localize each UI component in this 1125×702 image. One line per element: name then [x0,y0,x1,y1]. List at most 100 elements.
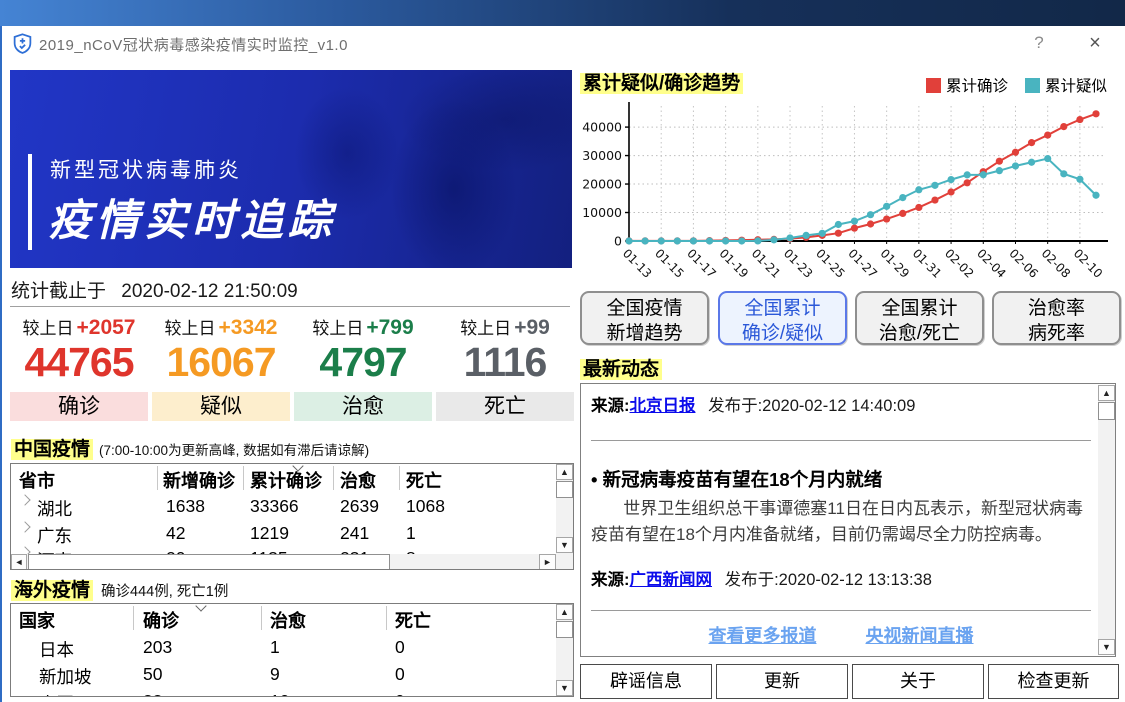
overseas-row-japan[interactable]: 日本 203 1 0 [11,634,551,661]
china-hscrollbar[interactable]: ◄ ► [11,554,556,570]
col-cured[interactable]: 治愈 [340,467,376,493]
tab-national-new-trend[interactable]: 全国疫情新增趋势 [580,291,709,345]
app-window: 2019_nCoV冠状病毒感染疫情实时监控_v1.0 ? × 新型冠状病毒肺炎 … [0,26,1123,702]
china-vscrollbar[interactable]: ▲ ▼ [556,464,573,554]
stat-value: 1116 [436,338,574,386]
legend-confirmed: 累计确诊 [926,74,1008,96]
scroll-up-arrow[interactable]: ▲ [1098,385,1115,401]
col-new-confirmed[interactable]: 新增确诊 [163,467,235,493]
row-expand-icon[interactable] [19,521,30,532]
china-section-note: (7:00-10:00为更新高峰, 数据如有滞后请谅解) [99,443,369,458]
scroll-up-arrow[interactable]: ▲ [556,464,573,480]
svg-text:01-25: 01-25 [813,246,848,281]
svg-text:02-10: 02-10 [1071,246,1106,281]
china-section-header: 中国疫情 (7:00-10:00为更新高峰, 数据如有滞后请谅解) [11,434,369,461]
trend-chart-svg: 01000020000300004000001-1301-1501-1701-1… [577,96,1125,296]
delta-label: 较上日 [312,319,363,338]
tab-cumulative-confirmed-suspected[interactable]: 全国累计确诊/疑似 [718,291,847,345]
close-button[interactable]: × [1080,30,1110,56]
news-body: 世界卫生组织总干事谭德塞11日在日内瓦表示，新型冠状病毒疫苗有望在18个月内准备… [591,496,1087,548]
delta-value: +2057 [77,316,136,339]
col-country[interactable]: 国家 [19,607,55,633]
scroll-thumb[interactable] [1098,402,1115,420]
col-total-confirmed[interactable]: 累计确诊 [250,467,322,493]
chart-title: 累计疑似/确诊趋势 [580,68,743,95]
divider [10,306,570,307]
col-confirmed[interactable]: 确诊 [143,607,179,633]
svg-text:01-19: 01-19 [716,246,751,281]
stats-cutoff-line: 统计截止于 2020-02-12 21:50:09 [11,276,298,303]
svg-text:40000: 40000 [582,120,622,135]
overseas-row-thailand[interactable]: 泰国 33 10 0 [11,688,551,697]
scroll-thumb[interactable] [556,481,573,498]
screen: 2019_nCoV冠状病毒感染疫情实时监控_v1.0 ? × 新型冠状病毒肺炎 … [0,0,1125,702]
scroll-down-arrow[interactable]: ▼ [1098,639,1115,655]
col-province[interactable]: 省市 [19,467,55,493]
china-row-guangdong[interactable]: 广东 42 1219 241 1 [11,520,551,547]
overseas-section-title: 海外疫情 [11,580,93,601]
stat-label: 死亡 [436,392,574,421]
scroll-right-arrow[interactable]: ► [539,554,556,570]
scroll-down-arrow[interactable]: ▼ [556,680,573,696]
tab-cumulative-cured-dead[interactable]: 全国累计治愈/死亡 [855,291,984,345]
svg-text:01-29: 01-29 [878,246,913,281]
more-reports-link[interactable]: 查看更多报道 [708,626,816,646]
svg-text:10000: 10000 [582,205,622,220]
news-box: 来源:北京日报 发布于:2020-02-12 14:40:09 • 新冠病毒疫苗… [580,383,1116,657]
divider [591,610,1091,611]
sort-indicator-icon [195,603,206,612]
banner-title: 疫情实时追踪 [48,186,336,248]
stat-value: 44765 [10,338,148,386]
overseas-vscrollbar[interactable]: ▲ ▼ [556,604,573,696]
scrollbar-corner [556,554,574,570]
scroll-down-arrow[interactable]: ▼ [556,537,573,553]
news-vscrollbar[interactable]: ▲ ▼ [1098,385,1115,655]
row-expand-icon[interactable] [19,494,30,505]
trend-chart: 01000020000300004000001-1301-1501-1701-1… [577,96,1125,296]
news-source-link[interactable]: 北京日报 [630,397,696,415]
svg-text:02-08: 02-08 [1039,246,1074,281]
news-published: 发布于:2020-02-12 13:13:38 [725,571,932,589]
divider [591,440,1091,441]
col-cured[interactable]: 治愈 [270,607,306,633]
china-row-hubei[interactable]: 湖北 1638 33366 2639 1068 [11,493,551,520]
stats-cutoff-label: 统计截止于 [11,281,106,302]
overseas-section-header: 海外疫情确诊444例, 死亡1例 [11,575,228,602]
col-dead[interactable]: 死亡 [406,467,442,493]
title-bar[interactable]: 2019_nCoV冠状病毒感染疫情实时监控_v1.0 ? × [2,26,1123,62]
svg-text:01-15: 01-15 [652,246,687,281]
scroll-up-arrow[interactable]: ▲ [556,604,573,620]
news-headline[interactable]: • 新冠病毒疫苗有望在18个月内就绪 [591,466,882,492]
china-section-title: 中国疫情 [11,439,93,460]
svg-text:01-13: 01-13 [620,246,655,281]
overseas-table-header: 国家 确诊 治愈 死亡 [11,604,573,633]
scroll-thumb[interactable] [28,554,390,570]
svg-text:0: 0 [614,234,622,249]
news-source-line-1: 来源:北京日报 发布于:2020-02-12 14:40:09 [591,392,915,416]
news-source-line-2: 来源:广西新闻网 发布于:2020-02-12 13:13:38 [591,566,932,590]
svg-text:20000: 20000 [582,177,622,192]
scroll-thumb[interactable] [556,621,573,638]
col-dead[interactable]: 死亡 [395,607,431,633]
svg-text:01-31: 01-31 [910,246,945,281]
china-table: 省市 新增确诊 累计确诊 治愈 死亡 湖北 1638 33366 2639 10… [10,463,574,570]
stat-value: 16067 [152,338,290,386]
stat-card-dead: 较上日+99 1116 死亡 [436,314,574,421]
rumor-info-button[interactable]: 辟谣信息 [580,664,712,699]
overseas-row-singapore[interactable]: 新加坡 50 9 0 [11,661,551,688]
delta-label: 较上日 [460,319,511,338]
scroll-left-arrow[interactable]: ◄ [11,554,27,570]
svg-text:02-04: 02-04 [974,246,1009,281]
check-update-button[interactable]: 检查更新 [988,664,1119,699]
svg-text:01-21: 01-21 [749,246,784,281]
tab-cure-fatality-rate[interactable]: 治愈率病死率 [992,291,1121,345]
stats-cutoff-datetime: 2020-02-12 21:50:09 [121,281,297,302]
news-source-link[interactable]: 广西新闻网 [630,571,713,589]
about-button[interactable]: 关于 [852,664,984,699]
refresh-button[interactable]: 更新 [716,664,848,699]
help-button[interactable]: ? [1024,30,1054,56]
cctv-live-link[interactable]: 央视新闻直播 [866,626,974,646]
overseas-section-note: 确诊444例, 死亡1例 [101,584,228,600]
legend-suspected: 累计疑似 [1025,74,1107,96]
delta-label: 较上日 [23,319,74,338]
